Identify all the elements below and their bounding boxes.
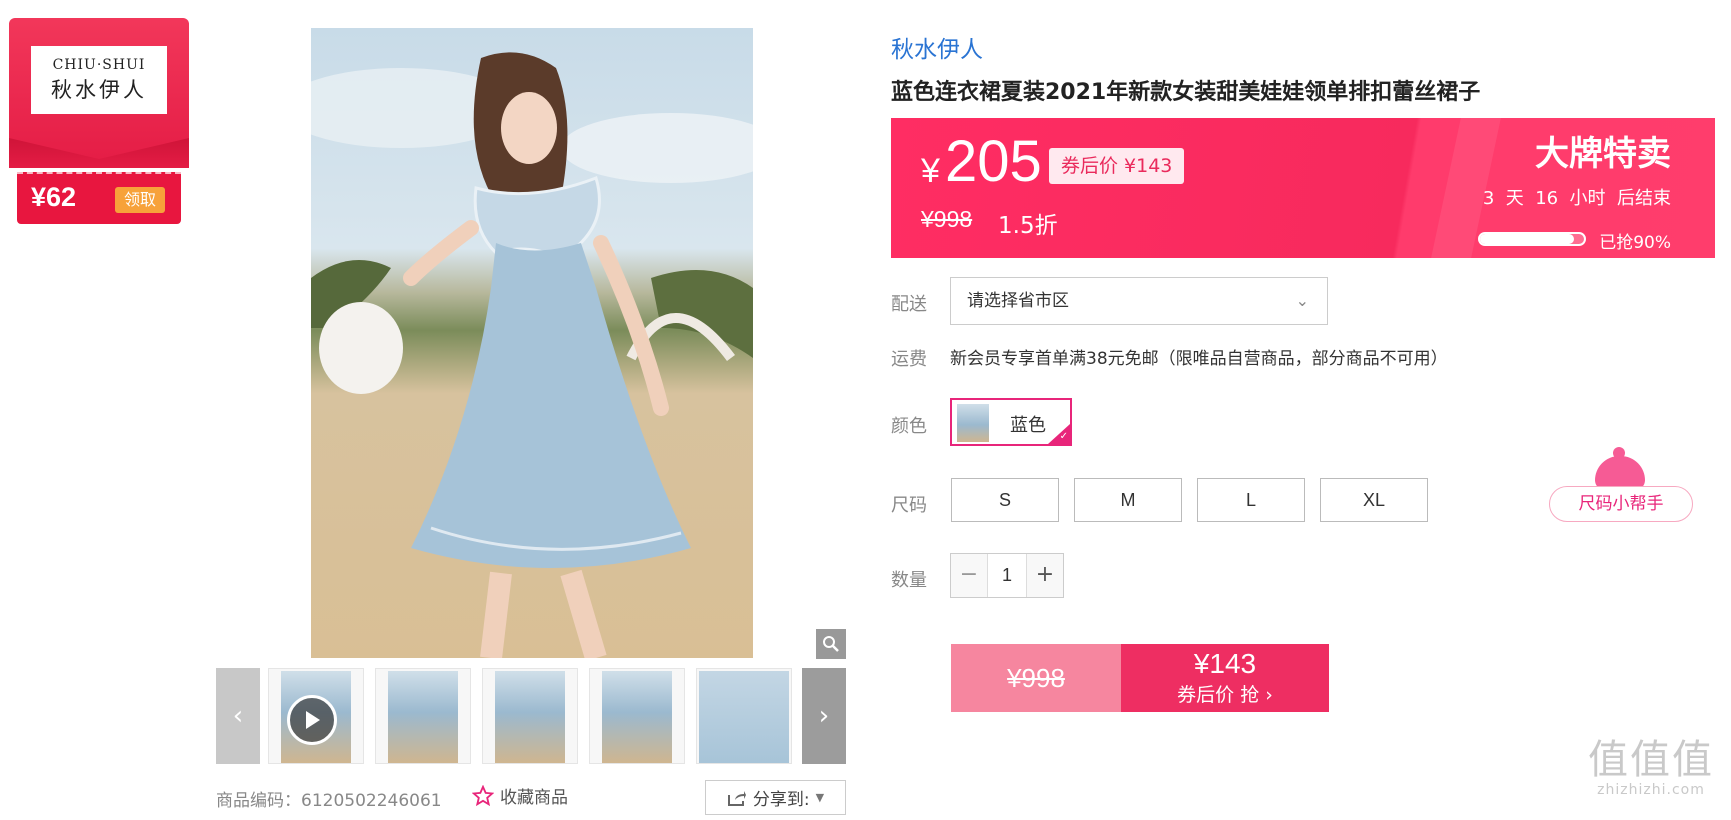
region-select-value: 请选择省市区	[967, 291, 1069, 311]
buy-price: ¥143	[1193, 648, 1257, 679]
discount-label: 1.5折	[998, 213, 1058, 239]
delivery-label: 配送	[891, 294, 927, 315]
quantity-plus-button[interactable]: +	[1027, 554, 1063, 597]
sold-progress-label: 已抢90%	[1599, 233, 1671, 253]
quantity-input[interactable]: 1	[987, 554, 1027, 597]
sold-progress-bar	[1478, 232, 1586, 246]
quantity-minus-button[interactable]: −	[951, 554, 987, 597]
size-option-m[interactable]: M	[1074, 478, 1182, 522]
star-icon	[472, 784, 494, 806]
color-option-blue[interactable]: 蓝色 ✓	[950, 398, 1072, 446]
buy-coupon-section: ¥143 券后价 抢 ›	[1121, 644, 1329, 712]
quantity-label: 数量	[891, 570, 927, 591]
color-thumbnail	[957, 404, 989, 442]
product-photo	[311, 52, 753, 658]
countdown-timer: 3 天 16 小时 后结束	[1482, 188, 1671, 209]
shipping-info: 新会员专享首单满38元免邮（限唯品自营商品，部分商品不可用）	[950, 349, 1448, 369]
watermark-url: zhizhizhi.com	[1597, 782, 1705, 798]
product-code: 商品编码：6120502246061	[216, 791, 442, 811]
zoom-button[interactable]	[816, 629, 846, 659]
size-option-xl[interactable]: XL	[1320, 478, 1428, 522]
thumbnail-item[interactable]	[696, 668, 792, 764]
magnifier-icon	[823, 636, 839, 652]
chevron-right-icon: ›	[818, 701, 830, 731]
share-icon	[727, 790, 746, 806]
thumbnail-image	[495, 671, 565, 763]
thumbnail-video[interactable]	[268, 668, 364, 764]
share-label: 分享到:	[752, 790, 810, 810]
original-price: ¥998	[921, 206, 973, 232]
chevron-left-icon: ‹	[232, 701, 244, 731]
watermark-logo: 值值值	[1588, 737, 1714, 783]
mascot-icon	[1595, 447, 1645, 490]
buy-cta-label: 券后价 抢 ›	[1177, 684, 1273, 706]
region-select[interactable]: 请选择省市区 ⌄	[950, 277, 1328, 325]
play-icon	[287, 695, 337, 745]
brand-logo: CHIU·SHUI 秋水伊人	[31, 46, 167, 114]
chevron-down-icon: ⌄	[1295, 291, 1309, 310]
site-watermark: 值值值 zhizhizhi.com	[1574, 740, 1728, 798]
sale-title: 大牌特卖	[1535, 134, 1671, 174]
coupon-amount: ¥62	[31, 182, 77, 212]
brand-card[interactable]: CHIU·SHUI 秋水伊人	[9, 18, 189, 168]
buy-original-price: ¥998	[951, 644, 1121, 712]
size-label: 尺码	[891, 495, 927, 516]
shipping-label: 运费	[891, 349, 927, 370]
color-label: 颜色	[891, 416, 927, 437]
color-name: 蓝色	[1010, 415, 1046, 436]
thumbnail-prev-button[interactable]: ‹	[216, 668, 260, 764]
coupon-price-tag: 券后价 ¥143	[1049, 148, 1185, 184]
brand-logo-en: CHIU·SHUI	[52, 56, 146, 73]
thumbnail-item[interactable]	[375, 668, 471, 764]
coupon-claim-button[interactable]: 领取	[115, 187, 165, 213]
sold-progress-fill	[1480, 234, 1574, 244]
thumbnail-image	[699, 671, 789, 763]
thumbnail-image	[602, 671, 672, 763]
price-currency: ¥	[921, 152, 940, 190]
size-option-s[interactable]: S	[951, 478, 1059, 522]
price-panel: ¥ 205 券后价 ¥143 ¥998 1.5折 大牌特卖 3 天 16 小时 …	[891, 118, 1715, 258]
current-price: 205	[945, 129, 1042, 194]
main-product-image[interactable]	[311, 28, 753, 658]
product-title: 蓝色连衣裙夏装2021年新款女装甜美娃娃领单排扣蕾丝裙子	[891, 80, 1481, 105]
favorite-button[interactable]: 收藏商品	[472, 783, 568, 808]
thumbnail-item[interactable]	[482, 668, 578, 764]
brand-card-fold	[9, 138, 189, 168]
thumbnail-next-button[interactable]: ›	[802, 668, 846, 764]
size-option-l[interactable]: L	[1197, 478, 1305, 522]
buy-button[interactable]: ¥998 ¥143 券后价 抢 ›	[951, 644, 1329, 712]
brand-coupon: ¥62 领取	[17, 172, 181, 224]
favorite-label: 收藏商品	[500, 788, 568, 808]
share-button[interactable]: 分享到: ▼	[705, 780, 846, 815]
thumbnail-item[interactable]	[589, 668, 685, 764]
quantity-stepper: − 1 +	[950, 553, 1064, 598]
brand-logo-zh: 秋水伊人	[51, 77, 147, 102]
brand-link[interactable]: 秋水伊人	[891, 30, 983, 64]
caret-down-icon: ▼	[815, 791, 825, 804]
checkmark-icon: ✓	[1048, 424, 1070, 444]
thumbnail-image	[388, 671, 458, 763]
size-helper-button[interactable]: 尺码小帮手	[1549, 486, 1693, 522]
